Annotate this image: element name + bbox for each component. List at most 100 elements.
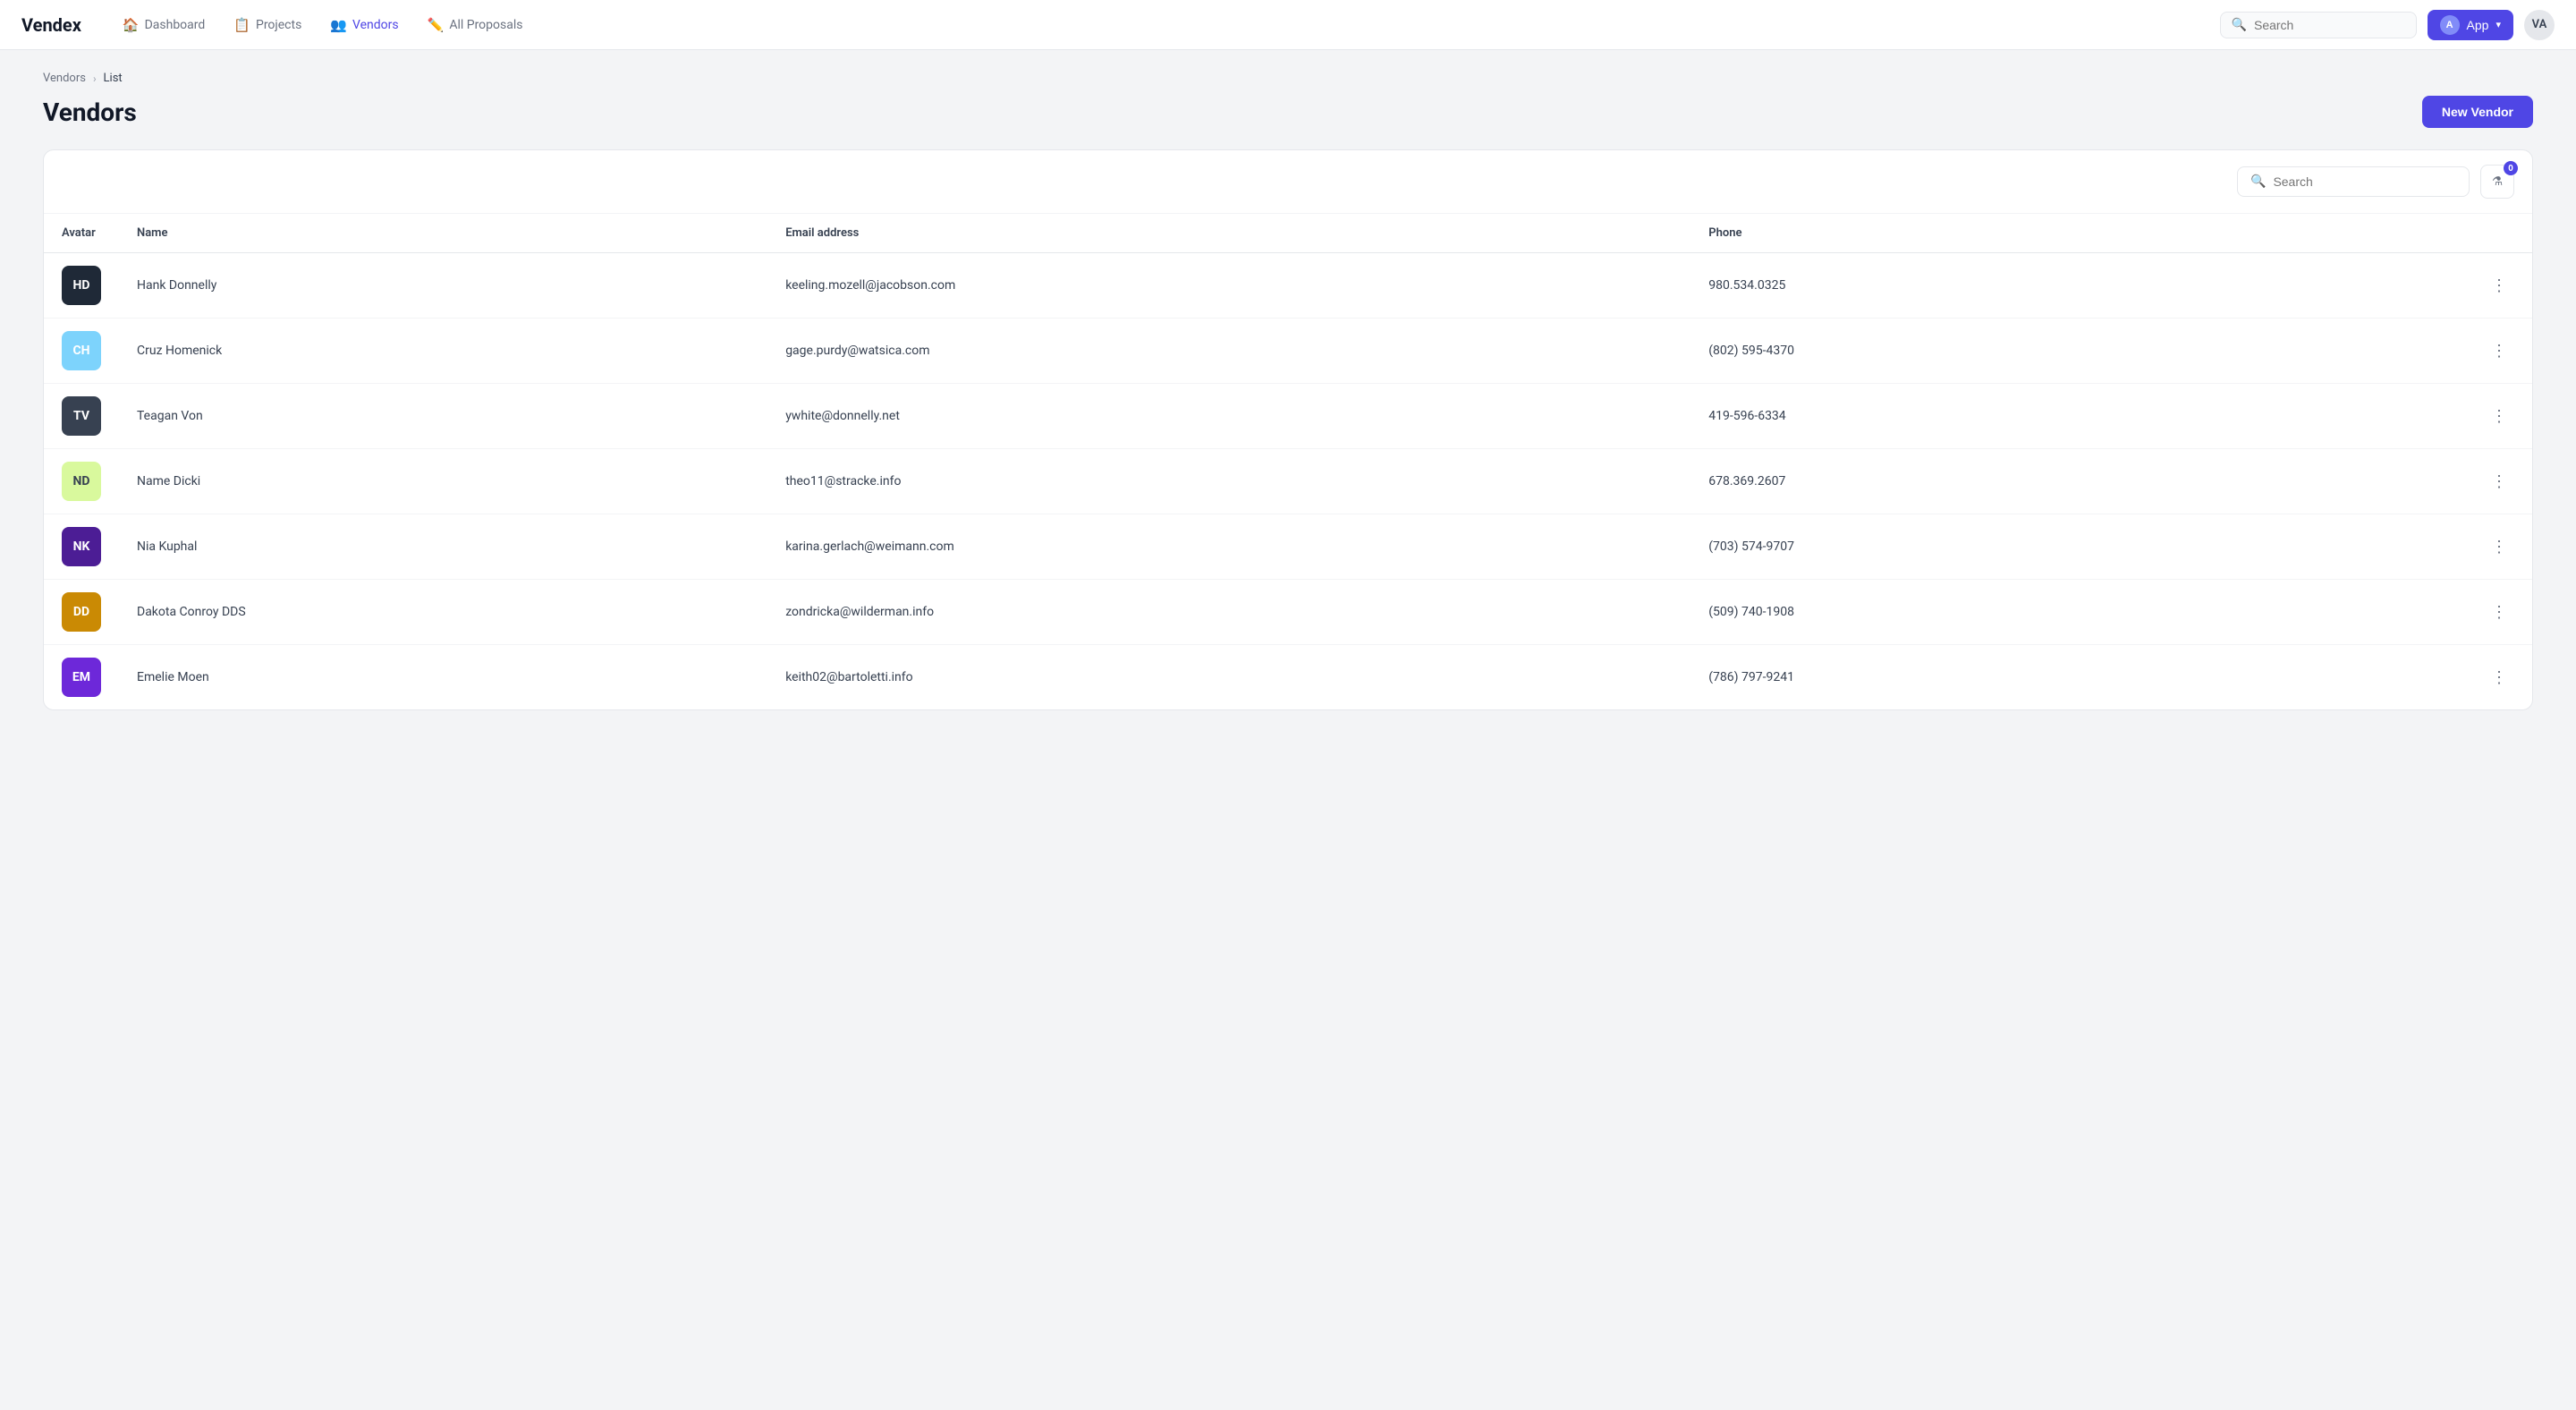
table-row: CH Cruz Homenick gage.purdy@watsica.com … bbox=[44, 319, 2532, 384]
table-search-input[interactable] bbox=[2273, 174, 2456, 189]
app-avatar: A bbox=[2440, 15, 2460, 35]
name-cell: Nia Kuphal bbox=[119, 514, 767, 580]
email-cell: gage.purdy@watsica.com bbox=[767, 319, 1690, 384]
avatar-cell: CH bbox=[44, 319, 119, 384]
avatar: DD bbox=[62, 592, 101, 632]
phone-cell: (786) 797-9241 bbox=[1690, 645, 2235, 710]
dashboard-icon: 🏠 bbox=[123, 17, 140, 33]
avatar-cell: EM bbox=[44, 645, 119, 710]
avatar: NK bbox=[62, 527, 101, 566]
navbar: Vendex 🏠 Dashboard 📋 Projects 👥 Vendors … bbox=[0, 0, 2576, 50]
phone-cell: 678.369.2607 bbox=[1690, 449, 2235, 514]
actions-cell: ⋮ bbox=[2235, 449, 2532, 514]
name-cell: Emelie Moen bbox=[119, 645, 767, 710]
table-card: 🔍 ⚗ 0 Avatar Name Email address Phone bbox=[43, 149, 2533, 710]
nav-link-dashboard-label: Dashboard bbox=[145, 18, 206, 32]
avatar-cell: DD bbox=[44, 580, 119, 645]
avatar: ND bbox=[62, 462, 101, 501]
phone-cell: (802) 595-4370 bbox=[1690, 319, 2235, 384]
phone-cell: 419-596-6334 bbox=[1690, 384, 2235, 449]
breadcrumb-current: List bbox=[104, 72, 123, 85]
avatar-cell: TV bbox=[44, 384, 119, 449]
email-cell: keeling.mozell@jacobson.com bbox=[767, 253, 1690, 319]
name-cell: Hank Donnelly bbox=[119, 253, 767, 319]
nav-link-proposals[interactable]: ✏️ All Proposals bbox=[415, 10, 536, 40]
phone-cell: 980.534.0325 bbox=[1690, 253, 2235, 319]
table-toolbar: 🔍 ⚗ 0 bbox=[44, 150, 2532, 214]
actions-cell: ⋮ bbox=[2235, 514, 2532, 580]
filter-icon: ⚗ bbox=[2492, 174, 2503, 189]
more-options-button[interactable]: ⋮ bbox=[2484, 665, 2514, 691]
new-vendor-button[interactable]: New Vendor bbox=[2422, 96, 2533, 128]
page-header: Vendors New Vendor bbox=[43, 96, 2533, 128]
nav-link-projects[interactable]: 📋 Projects bbox=[221, 10, 314, 40]
nav-link-vendors[interactable]: 👥 Vendors bbox=[318, 10, 411, 40]
email-cell: karina.gerlach@weimann.com bbox=[767, 514, 1690, 580]
actions-cell: ⋮ bbox=[2235, 319, 2532, 384]
search-icon: 🔍 bbox=[2232, 18, 2247, 32]
table-search-icon: 🔍 bbox=[2250, 174, 2266, 189]
col-name: Name bbox=[119, 214, 767, 253]
email-cell: zondricka@wilderman.info bbox=[767, 580, 1690, 645]
col-avatar: Avatar bbox=[44, 214, 119, 253]
nav-link-vendors-label: Vendors bbox=[352, 18, 399, 32]
table-search[interactable]: 🔍 bbox=[2237, 166, 2470, 197]
more-options-button[interactable]: ⋮ bbox=[2484, 338, 2514, 364]
avatar-cell: NK bbox=[44, 514, 119, 580]
brand-logo: Vendex bbox=[21, 14, 81, 36]
vendors-icon: 👥 bbox=[330, 17, 347, 33]
nav-link-dashboard[interactable]: 🏠 Dashboard bbox=[110, 10, 217, 40]
breadcrumb-parent[interactable]: Vendors bbox=[43, 72, 86, 85]
page-content: Vendors › List Vendors New Vendor 🔍 ⚗ 0 … bbox=[0, 50, 2576, 732]
col-actions bbox=[2235, 214, 2532, 253]
actions-cell: ⋮ bbox=[2235, 580, 2532, 645]
filter-count-badge: 0 bbox=[2504, 161, 2518, 175]
email-cell: keith02@bartoletti.info bbox=[767, 645, 1690, 710]
phone-cell: (703) 574-9707 bbox=[1690, 514, 2235, 580]
nav-links: 🏠 Dashboard 📋 Projects 👥 Vendors ✏️ All … bbox=[110, 10, 2191, 40]
actions-cell: ⋮ bbox=[2235, 645, 2532, 710]
table-row: DD Dakota Conroy DDS zondricka@wilderman… bbox=[44, 580, 2532, 645]
name-cell: Cruz Homenick bbox=[119, 319, 767, 384]
table-row: EM Emelie Moen keith02@bartoletti.info (… bbox=[44, 645, 2532, 710]
more-options-button[interactable]: ⋮ bbox=[2484, 273, 2514, 299]
table-row: NK Nia Kuphal karina.gerlach@weimann.com… bbox=[44, 514, 2532, 580]
table-header-row: Avatar Name Email address Phone bbox=[44, 214, 2532, 253]
user-initials-badge[interactable]: VA bbox=[2524, 10, 2555, 40]
more-options-button[interactable]: ⋮ bbox=[2484, 599, 2514, 625]
nav-link-proposals-label: All Proposals bbox=[449, 18, 522, 32]
filter-button[interactable]: ⚗ 0 bbox=[2480, 165, 2514, 199]
breadcrumb-separator: › bbox=[93, 72, 97, 85]
more-options-button[interactable]: ⋮ bbox=[2484, 403, 2514, 429]
proposals-icon: ✏️ bbox=[428, 17, 445, 33]
avatar: HD bbox=[62, 266, 101, 305]
phone-cell: (509) 740-1908 bbox=[1690, 580, 2235, 645]
more-options-button[interactable]: ⋮ bbox=[2484, 469, 2514, 495]
table-row: TV Teagan Von ywhite@donnelly.net 419-59… bbox=[44, 384, 2532, 449]
navbar-search-input[interactable] bbox=[2254, 18, 2405, 32]
col-email: Email address bbox=[767, 214, 1690, 253]
projects-icon: 📋 bbox=[233, 17, 250, 33]
page-title: Vendors bbox=[43, 98, 137, 127]
email-cell: theo11@stracke.info bbox=[767, 449, 1690, 514]
avatar: TV bbox=[62, 396, 101, 436]
chevron-down-icon: ▾ bbox=[2496, 19, 2501, 30]
vendors-table: Avatar Name Email address Phone HD Hank … bbox=[44, 214, 2532, 709]
email-cell: ywhite@donnelly.net bbox=[767, 384, 1690, 449]
app-button[interactable]: A App ▾ bbox=[2428, 10, 2513, 40]
col-phone: Phone bbox=[1690, 214, 2235, 253]
actions-cell: ⋮ bbox=[2235, 253, 2532, 319]
breadcrumb: Vendors › List bbox=[43, 72, 2533, 85]
more-options-button[interactable]: ⋮ bbox=[2484, 534, 2514, 560]
navbar-right: 🔍 A App ▾ VA bbox=[2220, 10, 2555, 40]
nav-link-projects-label: Projects bbox=[256, 18, 301, 32]
avatar-cell: HD bbox=[44, 253, 119, 319]
navbar-search[interactable]: 🔍 bbox=[2220, 12, 2417, 38]
avatar-cell: ND bbox=[44, 449, 119, 514]
app-button-label: App bbox=[2467, 18, 2489, 32]
table-header: Avatar Name Email address Phone bbox=[44, 214, 2532, 253]
name-cell: Dakota Conroy DDS bbox=[119, 580, 767, 645]
table-row: HD Hank Donnelly keeling.mozell@jacobson… bbox=[44, 253, 2532, 319]
vendors-tbody: HD Hank Donnelly keeling.mozell@jacobson… bbox=[44, 253, 2532, 710]
name-cell: Teagan Von bbox=[119, 384, 767, 449]
